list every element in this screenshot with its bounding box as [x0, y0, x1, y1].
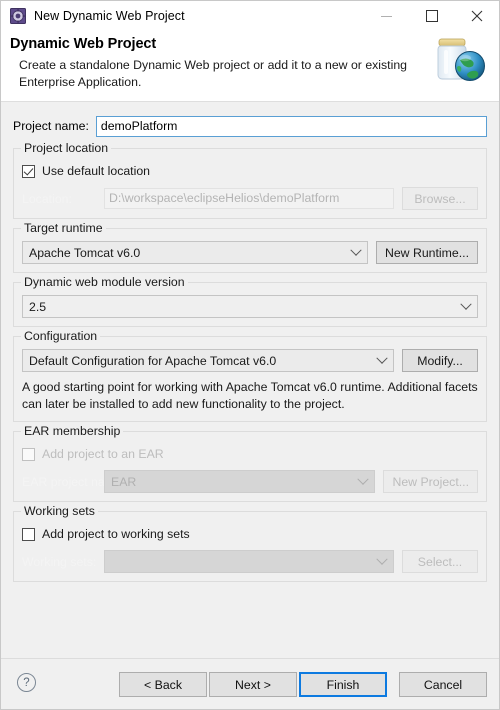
- cancel-button[interactable]: Cancel: [399, 672, 487, 697]
- maximize-button[interactable]: [409, 1, 454, 31]
- ear-project-name-combo[interactable]: EAR: [104, 470, 376, 493]
- chevron-down-icon: [455, 298, 477, 311]
- project-name-row: Project name:: [13, 113, 487, 139]
- new-dynamic-web-project-dialog: New Dynamic Web Project Dynamic Web Proj…: [0, 0, 500, 710]
- module-version-value: 2.5: [29, 299, 47, 314]
- page-description: Create a standalone Dynamic Web project …: [19, 58, 408, 89]
- configuration-description: A good starting point for working with A…: [22, 380, 478, 411]
- ear-project-name-row: EAR project name: EAR New Project...: [22, 470, 478, 493]
- page-title: Dynamic Web Project: [10, 36, 157, 52]
- location-input[interactable]: D:\workspace\eclipseHelios\demoPlatform: [104, 188, 394, 209]
- dialog-body: Project name: Project location Use defau…: [1, 102, 499, 658]
- window-controls: [364, 1, 499, 31]
- working-sets-row: Working sets: Select...: [22, 550, 478, 573]
- working-sets-combo[interactable]: [104, 550, 394, 573]
- use-default-location-label: Use default location: [42, 164, 151, 178]
- add-project-to-ear-label: Add project to an EAR: [42, 447, 164, 461]
- close-icon: [471, 10, 482, 22]
- add-project-to-working-sets-label: Add project to working sets: [42, 527, 190, 541]
- use-default-location-row[interactable]: Use default location: [22, 161, 478, 181]
- configuration-combo[interactable]: Default Configuration for Apache Tomcat …: [22, 349, 394, 372]
- help-icon[interactable]: ?: [17, 673, 36, 692]
- project-name-label: Project name:: [13, 119, 89, 133]
- ear-membership-group: EAR membership Add project to an EAR EAR…: [13, 424, 487, 502]
- wizard-buttons: < Back Next > Finish Cancel: [119, 672, 487, 697]
- dialog-footer: ? < Back Next > Finish Cancel: [1, 658, 499, 709]
- location-row: Location: D:\workspace\eclipseHelios\dem…: [22, 187, 478, 210]
- target-runtime-value: Apache Tomcat v6.0: [29, 245, 141, 260]
- working-sets-legend: Working sets: [21, 504, 98, 518]
- add-project-to-working-sets-row[interactable]: Add project to working sets: [22, 524, 478, 544]
- add-project-to-working-sets-checkbox[interactable]: [22, 527, 35, 541]
- wizard-header: Dynamic Web Project Create a standalone …: [1, 31, 499, 102]
- new-runtime-button[interactable]: New Runtime...: [375, 241, 478, 264]
- target-runtime-group: Target runtime Apache Tomcat v6.0 New Ru…: [13, 221, 487, 273]
- next-button[interactable]: Next >: [209, 672, 297, 697]
- select-button[interactable]: Select...: [402, 550, 478, 573]
- location-label: Location:: [22, 191, 72, 206]
- modify-button[interactable]: Modify...: [402, 349, 478, 372]
- chevron-down-icon: [371, 352, 393, 365]
- ear-project-name-label: EAR project name:: [22, 474, 126, 489]
- configuration-legend: Configuration: [21, 329, 101, 343]
- project-location-legend: Project location: [21, 141, 112, 155]
- working-sets-group: Working sets Add project to working sets…: [13, 504, 487, 582]
- finish-button[interactable]: Finish: [299, 672, 387, 697]
- chevron-down-icon: [371, 553, 393, 566]
- project-name-input[interactable]: [95, 115, 487, 137]
- project-location-group: Project location Use default location Lo…: [13, 141, 487, 219]
- window-title: New Dynamic Web Project: [34, 9, 185, 23]
- back-button[interactable]: < Back: [119, 672, 207, 697]
- use-default-location-checkbox[interactable]: [22, 164, 35, 178]
- browse-button[interactable]: Browse...: [402, 187, 478, 210]
- target-runtime-legend: Target runtime: [21, 221, 106, 235]
- title-bar: New Dynamic Web Project: [1, 1, 499, 31]
- ear-membership-legend: EAR membership: [21, 424, 124, 438]
- eclipse-wizard-icon: [10, 8, 26, 24]
- jar-with-globe-icon: [427, 33, 493, 95]
- module-version-combo[interactable]: 2.5: [22, 295, 478, 318]
- new-project-button[interactable]: New Project...: [383, 470, 478, 493]
- chevron-down-icon: [352, 473, 374, 486]
- close-button[interactable]: [454, 1, 499, 31]
- minimize-button[interactable]: [364, 1, 409, 31]
- module-version-legend: Dynamic web module version: [21, 275, 188, 289]
- target-runtime-combo[interactable]: Apache Tomcat v6.0: [22, 241, 368, 264]
- configuration-value: Default Configuration for Apache Tomcat …: [29, 353, 277, 368]
- chevron-down-icon: [345, 244, 367, 257]
- add-project-to-ear-checkbox[interactable]: [22, 447, 35, 461]
- ear-project-name-value: EAR: [111, 474, 137, 489]
- module-version-group: Dynamic web module version 2.5: [13, 275, 487, 327]
- configuration-group: Configuration Default Configuration for …: [13, 329, 487, 422]
- add-project-to-ear-row[interactable]: Add project to an EAR: [22, 444, 478, 464]
- working-sets-label: Working sets:: [22, 554, 97, 569]
